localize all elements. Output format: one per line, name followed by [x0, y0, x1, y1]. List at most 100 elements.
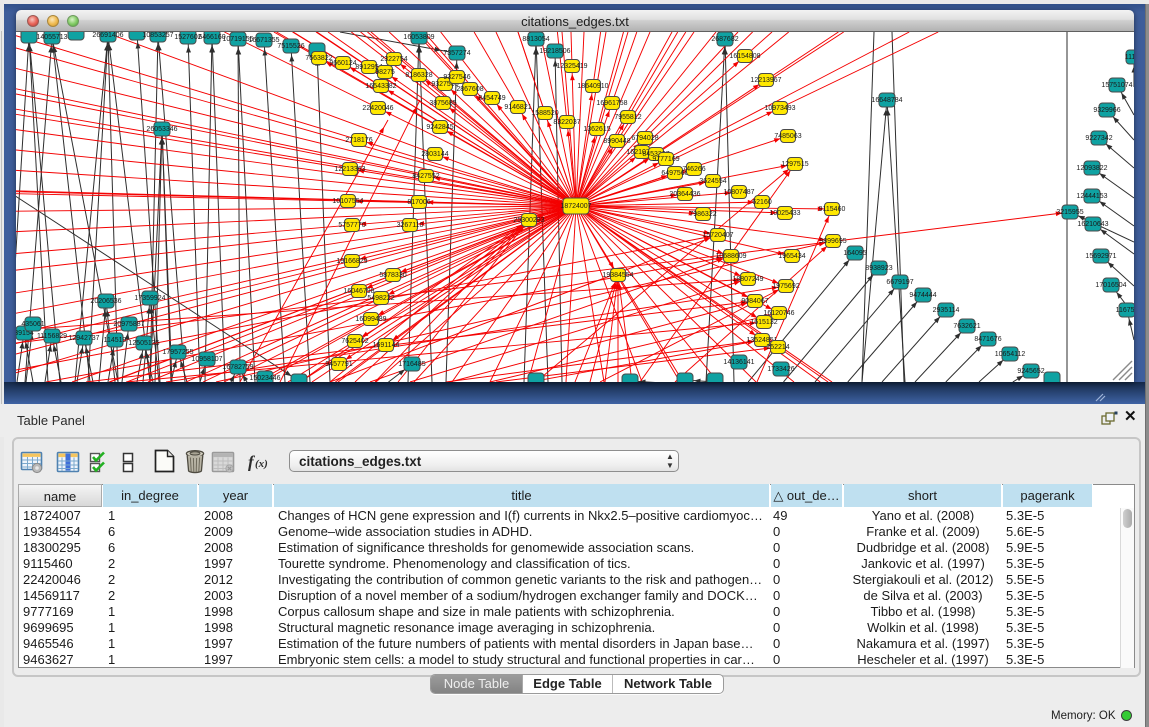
svg-text:7632621: 7632621 [953, 323, 980, 330]
svg-text:16154808: 16154808 [729, 53, 760, 60]
svg-text:19218506: 19218506 [539, 48, 570, 55]
svg-text:12942737: 12942737 [68, 335, 99, 342]
svg-text:3875685: 3875685 [429, 100, 456, 107]
svg-text:3624554: 3624554 [699, 178, 726, 185]
svg-text:12093822: 12093822 [1076, 165, 1107, 172]
svg-text:7986322: 7986322 [689, 211, 716, 218]
svg-text:9242845: 9242845 [426, 124, 453, 131]
svg-text:1716485: 1716485 [398, 361, 425, 368]
svg-text:8813054: 8813054 [522, 36, 549, 43]
svg-text:5498222: 5498222 [367, 295, 394, 302]
svg-text:9329966: 9329966 [1093, 107, 1120, 114]
svg-text:10807487: 10807487 [723, 189, 754, 196]
svg-text:12444153: 12444153 [1076, 193, 1107, 200]
svg-text:11156829: 11156829 [37, 333, 67, 340]
svg-text:10853257: 10853257 [142, 32, 173, 39]
svg-text:7955812: 7955812 [614, 114, 641, 121]
svg-text:7357274: 7357274 [443, 50, 470, 57]
svg-text:9084067: 9084067 [741, 298, 768, 305]
svg-text:2935114: 2935114 [933, 307, 960, 314]
svg-text:2803144: 2803144 [421, 151, 448, 158]
svg-text:10958107: 10958107 [191, 356, 222, 363]
svg-text:15023446: 15023446 [249, 375, 280, 382]
svg-text:9474444: 9474444 [909, 292, 936, 299]
svg-text:16671355: 16671355 [248, 37, 279, 44]
svg-text:252214: 252214 [766, 344, 789, 351]
svg-text:16210643: 16210643 [1077, 221, 1108, 228]
svg-text:8322037: 8322037 [553, 119, 580, 126]
svg-text:12213967: 12213967 [750, 77, 781, 84]
svg-text:8186328: 8186328 [405, 72, 432, 79]
svg-text:15751074: 15751074 [1101, 82, 1132, 89]
svg-text:7485063: 7485063 [774, 133, 801, 140]
svg-text:2718176: 2718176 [345, 137, 372, 144]
svg-text:1297515: 1297515 [781, 161, 808, 168]
svg-text:18807249: 18807249 [732, 276, 763, 283]
svg-text:6679197: 6679197 [886, 279, 913, 286]
svg-text:19384554: 19384554 [602, 272, 633, 279]
svg-text:1588520: 1588520 [531, 110, 558, 117]
svg-text:9115460: 9115460 [819, 206, 846, 213]
svg-text:9245652: 9245652 [1017, 368, 1044, 375]
svg-text:1733426: 1733426 [767, 366, 794, 373]
svg-text:8938923: 8938923 [865, 265, 892, 272]
svg-text:17957255: 17957255 [162, 349, 193, 356]
svg-text:18640910: 18640910 [577, 83, 608, 90]
svg-text:16046798: 16046798 [343, 288, 374, 295]
svg-text:12505135: 12505135 [128, 340, 159, 347]
svg-text:62160: 62160 [752, 199, 772, 206]
svg-text:2687682: 2687682 [711, 36, 738, 43]
svg-text:18724007: 18724007 [560, 203, 591, 210]
svg-text:5757770: 5757770 [338, 222, 365, 229]
svg-text:16961758: 16961758 [596, 100, 627, 107]
svg-text:10025433: 10025433 [769, 210, 800, 217]
svg-text:9457791: 9457791 [325, 361, 352, 368]
svg-text:8454749: 8454749 [478, 95, 505, 102]
svg-text:16782759: 16782759 [222, 364, 253, 371]
svg-text:10973493: 10973493 [764, 105, 795, 112]
svg-text:26691406: 26691406 [92, 32, 123, 39]
svg-text:15692971: 15692971 [1085, 253, 1116, 260]
svg-text:20975887: 20975887 [113, 321, 144, 328]
svg-text:22420046: 22420046 [362, 105, 393, 112]
svg-text:10688609: 10688609 [715, 253, 746, 260]
svg-text:9777169: 9777169 [652, 156, 679, 163]
svg-text:1362615: 1362615 [583, 126, 610, 133]
svg-text:20206536: 20206536 [90, 298, 121, 305]
svg-text:3267110: 3267110 [397, 222, 424, 229]
svg-text:11173: 11173 [1125, 54, 1134, 61]
svg-text:746266: 746266 [682, 166, 705, 173]
svg-text:8990448: 8990448 [603, 138, 630, 145]
svg-text:1975692: 1975692 [772, 283, 799, 290]
svg-text:1615132: 1615132 [750, 319, 777, 326]
svg-text:16543382: 16543382 [365, 83, 396, 90]
svg-text:17016504: 17016504 [1095, 282, 1126, 289]
svg-text:16053809: 16053809 [403, 34, 434, 41]
svg-text:116753: 116753 [1116, 307, 1134, 314]
svg-text:15720407: 15720407 [702, 232, 733, 239]
svg-text:14136141: 14136141 [723, 359, 754, 366]
svg-text:(x): (x) [255, 458, 268, 470]
svg-text:16648784: 16648784 [871, 97, 902, 104]
svg-text:9327546: 9327546 [443, 74, 470, 81]
svg-text:8471676: 8471676 [974, 336, 1001, 343]
svg-text:1965434: 1965434 [778, 253, 805, 260]
svg-text:20364436: 20364436 [669, 191, 700, 198]
svg-text:7515526: 7515526 [277, 43, 304, 50]
svg-text:2322754: 2322754 [380, 56, 407, 63]
svg-text:114519: 114519 [104, 337, 127, 344]
svg-text:12213363: 12213363 [334, 166, 365, 173]
svg-text:10107554: 10107554 [332, 198, 363, 205]
svg-text:3215955: 3215955 [1056, 209, 1083, 216]
svg-text:25300293: 25300293 [513, 217, 544, 224]
svg-text:9227342: 9227342 [1085, 135, 1112, 142]
svg-text:5878330: 5878330 [379, 272, 406, 279]
svg-text:16099489: 16099489 [355, 316, 386, 323]
svg-text:817006: 817006 [407, 199, 430, 206]
svg-text:6794028: 6794028 [631, 135, 658, 142]
svg-text:1691144: 1691144 [373, 342, 400, 349]
svg-text:9660124: 9660124 [329, 60, 356, 67]
svg-text:2867608: 2867608 [456, 86, 483, 93]
svg-text:435061: 435061 [21, 321, 44, 328]
svg-text:9899695: 9899695 [819, 238, 846, 245]
